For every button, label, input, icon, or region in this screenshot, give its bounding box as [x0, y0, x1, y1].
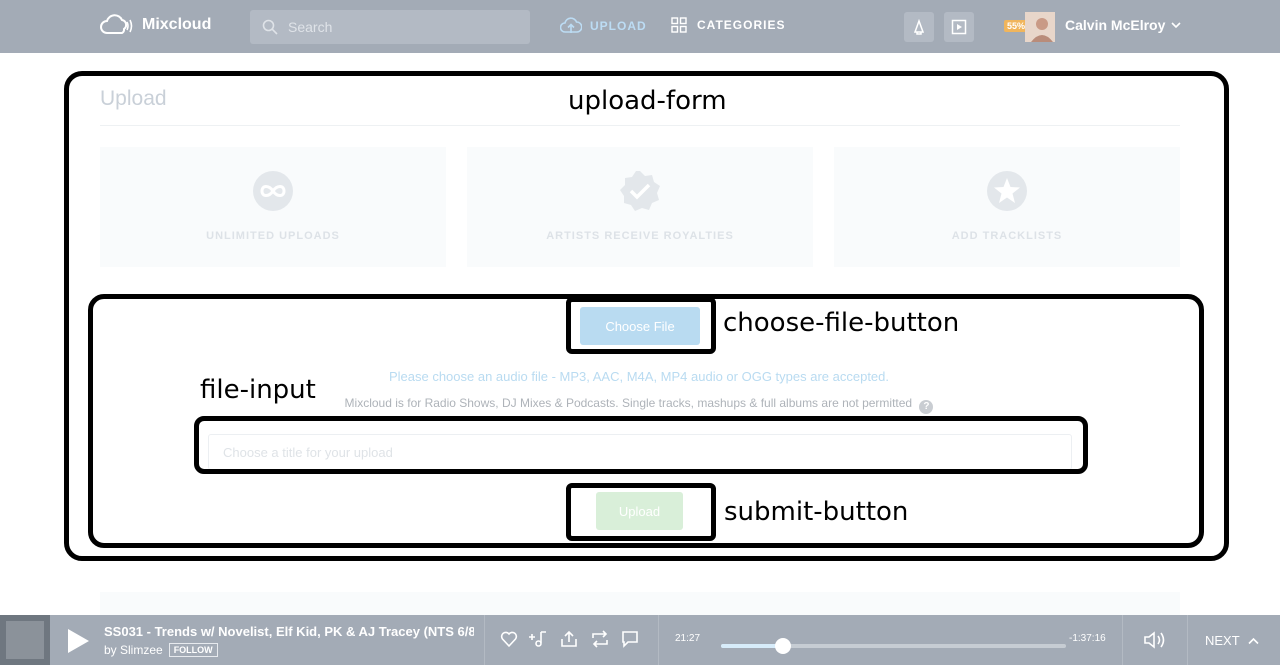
track-title[interactable]: SS031 - Trends w/ Novelist, Elf Kid, PK …	[104, 624, 474, 639]
policy-text: Mixcloud is for Radio Shows, DJ Mixes & …	[0, 396, 1278, 414]
feature-label: UNLIMITED UPLOADS	[206, 230, 340, 242]
page-title: Upload	[100, 87, 167, 110]
choose-file-button[interactable]: Choose File	[580, 307, 700, 345]
annotation-label-submit: submit-button	[724, 497, 909, 527]
divider	[484, 615, 485, 665]
annotation-label-file-input: file-input	[200, 375, 316, 405]
policy-label: Mixcloud is for Radio Shows, DJ Mixes & …	[344, 396, 913, 410]
elapsed-time: 21:27	[675, 633, 701, 644]
infinity-icon	[253, 171, 293, 211]
divider	[1122, 615, 1123, 665]
next-label: NEXT	[1205, 633, 1240, 648]
nav-categories-label: CATEGORIES	[697, 18, 786, 32]
nav-upload-label: UPLOAD	[590, 19, 647, 33]
content-card	[100, 592, 1180, 617]
next-button[interactable]: NEXT	[1205, 633, 1259, 648]
feature-label: ADD TRACKLISTS	[951, 230, 1063, 242]
star-icon	[987, 171, 1027, 211]
cloud-logo-icon	[100, 14, 133, 34]
logo-text: Mixcloud	[142, 16, 212, 33]
remaining-time: -1:37:16	[1069, 633, 1106, 644]
search-input[interactable]	[288, 19, 508, 35]
annotation-label-upload-form: upload-form	[568, 86, 727, 116]
top-navbar: Mixcloud UPLOAD CATEGORIES	[0, 0, 1280, 53]
mixcloud-logo[interactable]: Mixcloud	[100, 14, 211, 36]
grid-icon	[671, 17, 687, 33]
feature-label: ARTISTS RECEIVE ROYALTIES	[546, 230, 734, 242]
chevron-up-icon	[1248, 637, 1259, 644]
progress-fill	[721, 644, 784, 648]
submit-button[interactable]: Upload	[596, 492, 683, 530]
share-icon[interactable]	[560, 630, 578, 648]
notifications-button[interactable]	[904, 12, 934, 42]
feature-card-tracklists: ADD TRACKLISTS	[834, 147, 1180, 267]
nav-categories[interactable]: CATEGORIES	[671, 17, 785, 33]
track-artwork[interactable]	[0, 615, 50, 665]
volume-icon[interactable]	[1143, 631, 1167, 649]
track-artist-label[interactable]: by Slimzee	[104, 643, 163, 657]
nav-upload[interactable]: UPLOAD	[560, 17, 647, 35]
repost-icon[interactable]	[590, 630, 610, 648]
player-bar: SS031 - Trends w/ Novelist, Elf Kid, PK …	[0, 615, 1280, 665]
title-input[interactable]	[208, 434, 1072, 470]
annotation-label-choose-file: choose-file-button	[723, 308, 960, 338]
search-icon	[262, 19, 278, 35]
play-icon[interactable]	[66, 628, 90, 654]
progress-handle[interactable]	[775, 638, 792, 654]
progress-bar[interactable]	[721, 638, 1066, 654]
help-icon[interactable]: ?	[919, 400, 934, 414]
chevron-down-icon	[1171, 22, 1181, 29]
user-menu[interactable]: Calvin McElroy	[1065, 17, 1181, 33]
track-artist: by Slimzee FOLLOW	[104, 643, 218, 657]
username-label: Calvin McElroy	[1065, 17, 1166, 33]
bell-icon	[913, 19, 925, 35]
verified-check-icon	[620, 171, 660, 211]
divider	[658, 615, 659, 665]
play-box-icon	[951, 19, 967, 35]
divider	[100, 125, 1180, 126]
file-type-hint: Please choose an audio file - MP3, AAC, …	[388, 369, 890, 384]
follow-button[interactable]: FOLLOW	[168, 643, 218, 657]
comment-icon[interactable]	[621, 630, 639, 648]
feature-card-royalties: ARTISTS RECEIVE ROYALTIES	[467, 147, 813, 267]
cloud-upload-icon	[560, 17, 582, 33]
avatar[interactable]	[1025, 12, 1055, 42]
divider	[1187, 615, 1188, 665]
user-photo-icon	[1025, 12, 1055, 42]
heart-icon[interactable]	[500, 630, 518, 648]
feature-card-unlimited: UNLIMITED UPLOADS	[100, 147, 446, 267]
queue-button[interactable]	[944, 12, 974, 42]
search-box[interactable]	[250, 10, 530, 44]
add-to-playlist-icon[interactable]	[529, 630, 549, 648]
